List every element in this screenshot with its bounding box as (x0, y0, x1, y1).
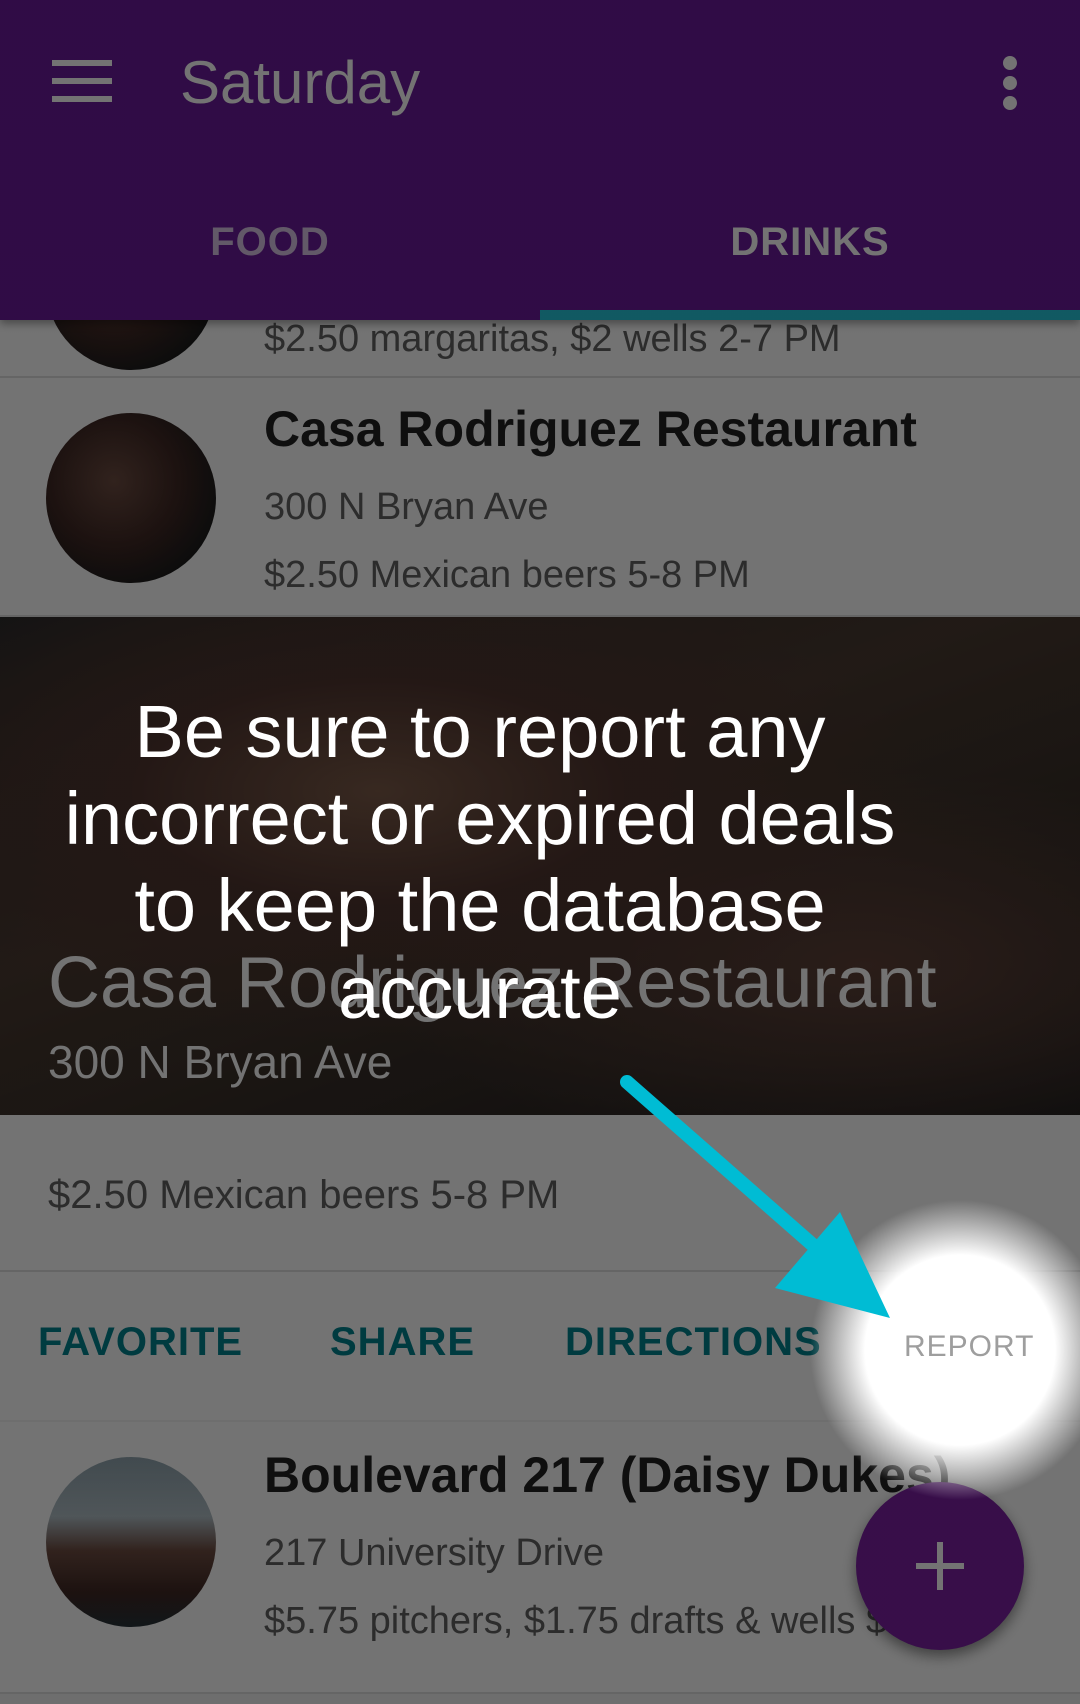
tutorial-arrow-icon (620, 1075, 890, 1318)
